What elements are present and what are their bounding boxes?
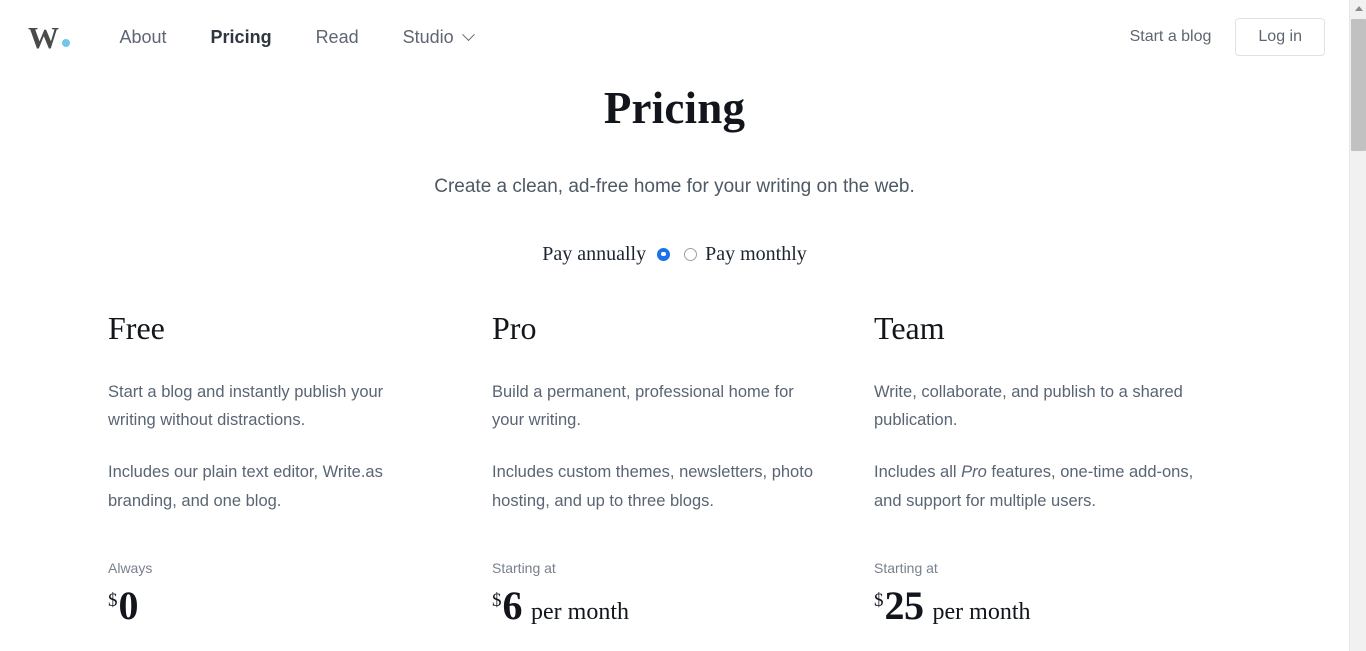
write-as-logo[interactable]: W xyxy=(28,22,70,53)
nav-item-studio[interactable]: Studio xyxy=(381,21,495,54)
logo-dot-icon xyxy=(61,38,70,47)
price-block-free: Always $ 0 xyxy=(108,560,431,629)
plan-card-free: Free Start a blog and instantly publish … xyxy=(108,309,491,651)
plan-description-1-pro: Build a permanent, professional home for… xyxy=(492,382,794,430)
plan-desc2-pre-team: Includes all xyxy=(874,463,962,482)
page-subtitle: Create a clean, ad-free home for your wr… xyxy=(434,175,915,197)
vertical-scrollbar[interactable] xyxy=(1349,0,1366,651)
nav-item-about[interactable]: About xyxy=(98,21,189,54)
price-currency-free: $ xyxy=(108,589,118,611)
price-currency-pro: $ xyxy=(492,589,502,611)
price-period-team: per month xyxy=(932,598,1031,625)
log-in-button[interactable]: Log in xyxy=(1235,18,1325,56)
logo-wordmark: W xyxy=(28,19,59,55)
price-period-pro: per month xyxy=(531,598,629,625)
hero-section: Pricing Create a clean, ad-free home for… xyxy=(0,74,1349,198)
pay-annually-label[interactable]: Pay annually xyxy=(542,243,646,266)
price-label-free: Always xyxy=(108,559,153,576)
header-actions: Start a blog Log in xyxy=(1118,18,1325,56)
price-amount-team: 25 xyxy=(884,582,925,628)
price-currency-team: $ xyxy=(874,589,884,611)
plan-desc2-pre-pro: Includes custom themes, newsletters, pho… xyxy=(492,463,813,510)
pay-annually-radio[interactable] xyxy=(657,247,671,261)
plan-card-team: Team Write, collaborate, and publish to … xyxy=(874,309,1257,651)
plan-description-2-free: Includes our plain text editor, Write.as… xyxy=(108,458,431,515)
pay-monthly-radio[interactable] xyxy=(684,247,698,261)
start-a-blog-link[interactable]: Start a blog xyxy=(1118,22,1224,52)
price-block-team: Starting at $ 25 per month xyxy=(874,560,1197,629)
pay-monthly-label[interactable]: Pay monthly xyxy=(705,243,807,266)
chevron-down-icon xyxy=(461,27,475,41)
nav-item-studio-label: Studio xyxy=(402,26,454,47)
pricing-plans: Free Start a blog and instantly publish … xyxy=(0,309,1349,651)
plan-name-team: Team xyxy=(874,309,945,346)
plan-name-free: Free xyxy=(108,309,165,346)
plan-description-1-team: Write, collaborate, and publish to a sha… xyxy=(874,382,1183,430)
plan-description-1-free: Start a blog and instantly publish your … xyxy=(108,382,384,430)
price-label-team: Starting at xyxy=(874,559,938,576)
plan-description-2-pro: Includes custom themes, newsletters, pho… xyxy=(492,458,814,515)
nav-item-pricing[interactable]: Pricing xyxy=(189,21,294,54)
scrollbar-thumb[interactable] xyxy=(1351,19,1366,151)
scroll-up-arrow-icon[interactable] xyxy=(1350,0,1366,17)
price-row-free: $ 0 xyxy=(108,582,431,629)
page-content: W About Pricing Read Studio Start a blog… xyxy=(0,0,1349,651)
plan-desc2-pre-free: Includes our plain text editor, Write.as… xyxy=(108,463,383,510)
site-header: W About Pricing Read Studio Start a blog… xyxy=(0,0,1349,74)
plan-name-pro: Pro xyxy=(492,309,537,346)
price-row-pro: $ 6 per month xyxy=(492,582,814,629)
page-title: Pricing xyxy=(603,83,746,133)
price-label-pro: Starting at xyxy=(492,559,556,576)
price-amount-free: 0 xyxy=(118,582,139,628)
billing-period-toggle: Pay annually Pay monthly xyxy=(0,243,1349,266)
nav-item-read[interactable]: Read xyxy=(294,21,381,54)
browser-viewport: W About Pricing Read Studio Start a blog… xyxy=(0,0,1366,651)
main-navigation: About Pricing Read Studio xyxy=(98,21,495,54)
plan-description-2-team: Includes all Pro features, one-time add-… xyxy=(874,458,1197,515)
plan-card-pro: Pro Build a permanent, professional home… xyxy=(491,309,874,651)
price-row-team: $ 25 per month xyxy=(874,582,1197,629)
plan-desc2-em-team: Pro xyxy=(961,463,987,482)
price-block-pro: Starting at $ 6 per month xyxy=(492,560,814,629)
price-amount-pro: 6 xyxy=(502,582,523,628)
